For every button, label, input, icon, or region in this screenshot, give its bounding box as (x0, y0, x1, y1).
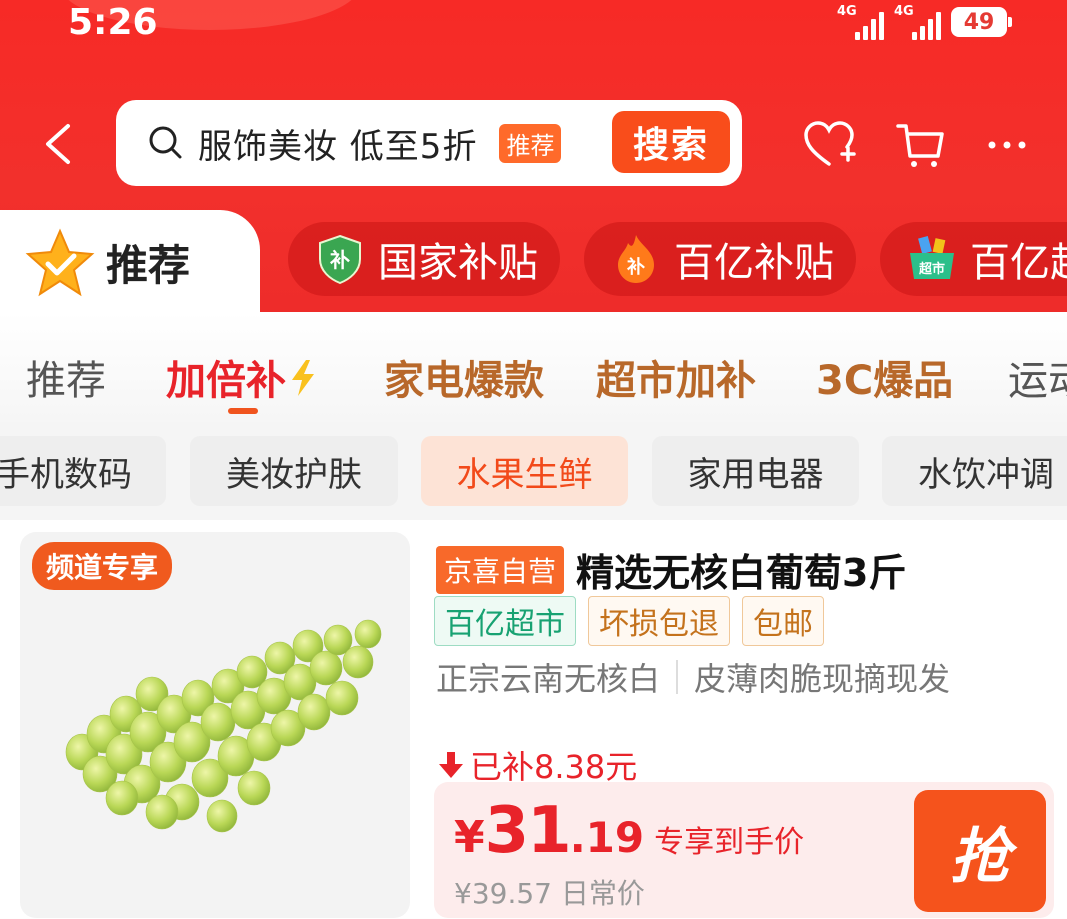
search-placeholder[interactable]: 服饰美妆 低至5折 (198, 119, 477, 168)
desc-feature: 皮薄肉脆现摘现发 (694, 660, 951, 698)
self-operated-tag: 京喜自营 (436, 545, 565, 594)
subtab-active-indicator (228, 408, 258, 414)
tab-recommend[interactable]: 推荐 (0, 210, 260, 312)
price-label: 专享到手价 (654, 825, 805, 860)
product-description: 正宗云南无核白 皮薄肉脆现摘现发 (436, 654, 950, 700)
chip-phone-digital[interactable]: 手机数码 (0, 436, 166, 506)
product-image[interactable]: 频道专享 (20, 532, 410, 918)
network-label: 4G (837, 4, 857, 19)
desc-divider (676, 660, 679, 694)
sub-tab-bar: 推荐 加倍补 家电爆款 超市加补 3C爆品 运动 (0, 312, 1067, 422)
product-title-row[interactable]: 京喜自营 精选无核白葡萄3斤 (436, 542, 906, 597)
search-icon (149, 126, 182, 159)
subtab-supermarket-subsidy[interactable]: 超市加补 (596, 348, 756, 406)
search-button[interactable]: 搜索 (612, 111, 730, 173)
shield-subsidy-icon: 补 (319, 234, 361, 285)
product-badges: 百亿超市 坏损包退 包邮 (434, 596, 824, 646)
search-recommend-tag: 推荐 (499, 123, 562, 163)
product-name[interactable]: 精选无核白葡萄3斤 (576, 542, 906, 597)
supermarket-basket-icon: 超市 (910, 235, 954, 279)
tab-billion-subsidy-label: 百亿补贴 (674, 240, 834, 286)
tab-national-subsidy-label: 国家补贴 (378, 240, 538, 286)
grapes-image (65, 619, 382, 833)
chip-fruit-fresh[interactable]: 水果生鲜 (421, 436, 628, 506)
original-price: ¥39.57 日常价 (454, 877, 645, 910)
basket-text: 超市 (919, 261, 945, 277)
subtab-recommend[interactable]: 推荐 (26, 348, 106, 406)
tab-national-subsidy[interactable]: 补 国家补贴 (288, 222, 560, 296)
badge-damage-refund: 坏损包退 (588, 596, 730, 646)
more-icon[interactable] (982, 118, 1036, 172)
top-tab-bar: 推荐 补 国家补贴 补 百亿补贴 超市 百亿超 (0, 210, 1067, 312)
tab-billion-supermarket[interactable]: 超市 百亿超 (880, 222, 1067, 296)
category-chips: 手机数码 美妆护肤 水果生鲜 家用电器 水饮冲调 (0, 436, 1067, 508)
status-icons: 4G 4G 49 (837, 0, 1012, 44)
lightning-icon (292, 360, 314, 396)
signal-icon-2: 4G (894, 4, 941, 40)
flame-text: 补 (626, 256, 645, 278)
battery-level: 49 (963, 9, 995, 35)
back-arrow-icon[interactable] (40, 122, 80, 166)
chip-beauty-skincare[interactable]: 美妆护肤 (190, 436, 398, 506)
search-bar[interactable]: 服饰美妆 低至5折 推荐 搜索 (116, 100, 742, 186)
status-time: 5:26 (68, 2, 158, 43)
cart-icon[interactable] (894, 118, 948, 172)
exclusive-price: ¥ 31 .19 专享到手价 (454, 794, 804, 868)
favorite-add-icon[interactable] (802, 118, 856, 172)
tab-recommend-label: 推荐 (106, 241, 191, 290)
subtab-3c-hits[interactable]: 3C爆品 (816, 348, 953, 406)
subtab-double-subsidy-label: 加倍补 (166, 358, 286, 404)
battery-icon: 49 (951, 7, 1012, 37)
price-symbol: ¥ (454, 812, 485, 863)
chip-home-appliances[interactable]: 家用电器 (652, 436, 859, 506)
tab-billion-subsidy[interactable]: 补 百亿补贴 (584, 222, 856, 296)
header: 5:26 4G 4G 49 服饰美妆 低至5折 推荐 搜索 推荐 补 国家补贴 … (0, 0, 1067, 312)
subtab-double-subsidy[interactable]: 加倍补 (166, 348, 320, 406)
flame-subsidy-icon: 补 (618, 235, 654, 283)
price-decimal: .19 (569, 813, 645, 862)
network-label-2: 4G (894, 4, 914, 19)
price-box: ¥ 31 .19 专享到手价 ¥39.57 日常价 抢 (434, 782, 1054, 918)
badge-free-shipping: 包邮 (742, 596, 824, 646)
grab-button[interactable]: 抢 (914, 790, 1046, 912)
subtab-sports[interactable]: 运动 (1008, 348, 1067, 406)
badge-supermarket: 百亿超市 (434, 596, 576, 646)
down-arrow-icon (439, 752, 463, 778)
desc-origin: 正宗云南无核白 (436, 660, 661, 698)
price-integer: 31 (484, 794, 572, 868)
signal-icon: 4G (837, 4, 884, 40)
channel-exclusive-badge: 频道专享 (32, 542, 173, 590)
product-card[interactable]: 频道专享 京喜自营 精选无核白葡萄3斤 百亿超市 坏损包退 包邮 正宗云南无核白… (0, 520, 1067, 919)
subtab-appliance-hits[interactable]: 家电爆款 (384, 348, 544, 406)
chip-drinks[interactable]: 水饮冲调 (882, 436, 1067, 506)
tab-billion-supermarket-label: 百亿超 (970, 240, 1067, 286)
star-check-icon (25, 228, 95, 297)
shield-text: 补 (329, 248, 350, 272)
